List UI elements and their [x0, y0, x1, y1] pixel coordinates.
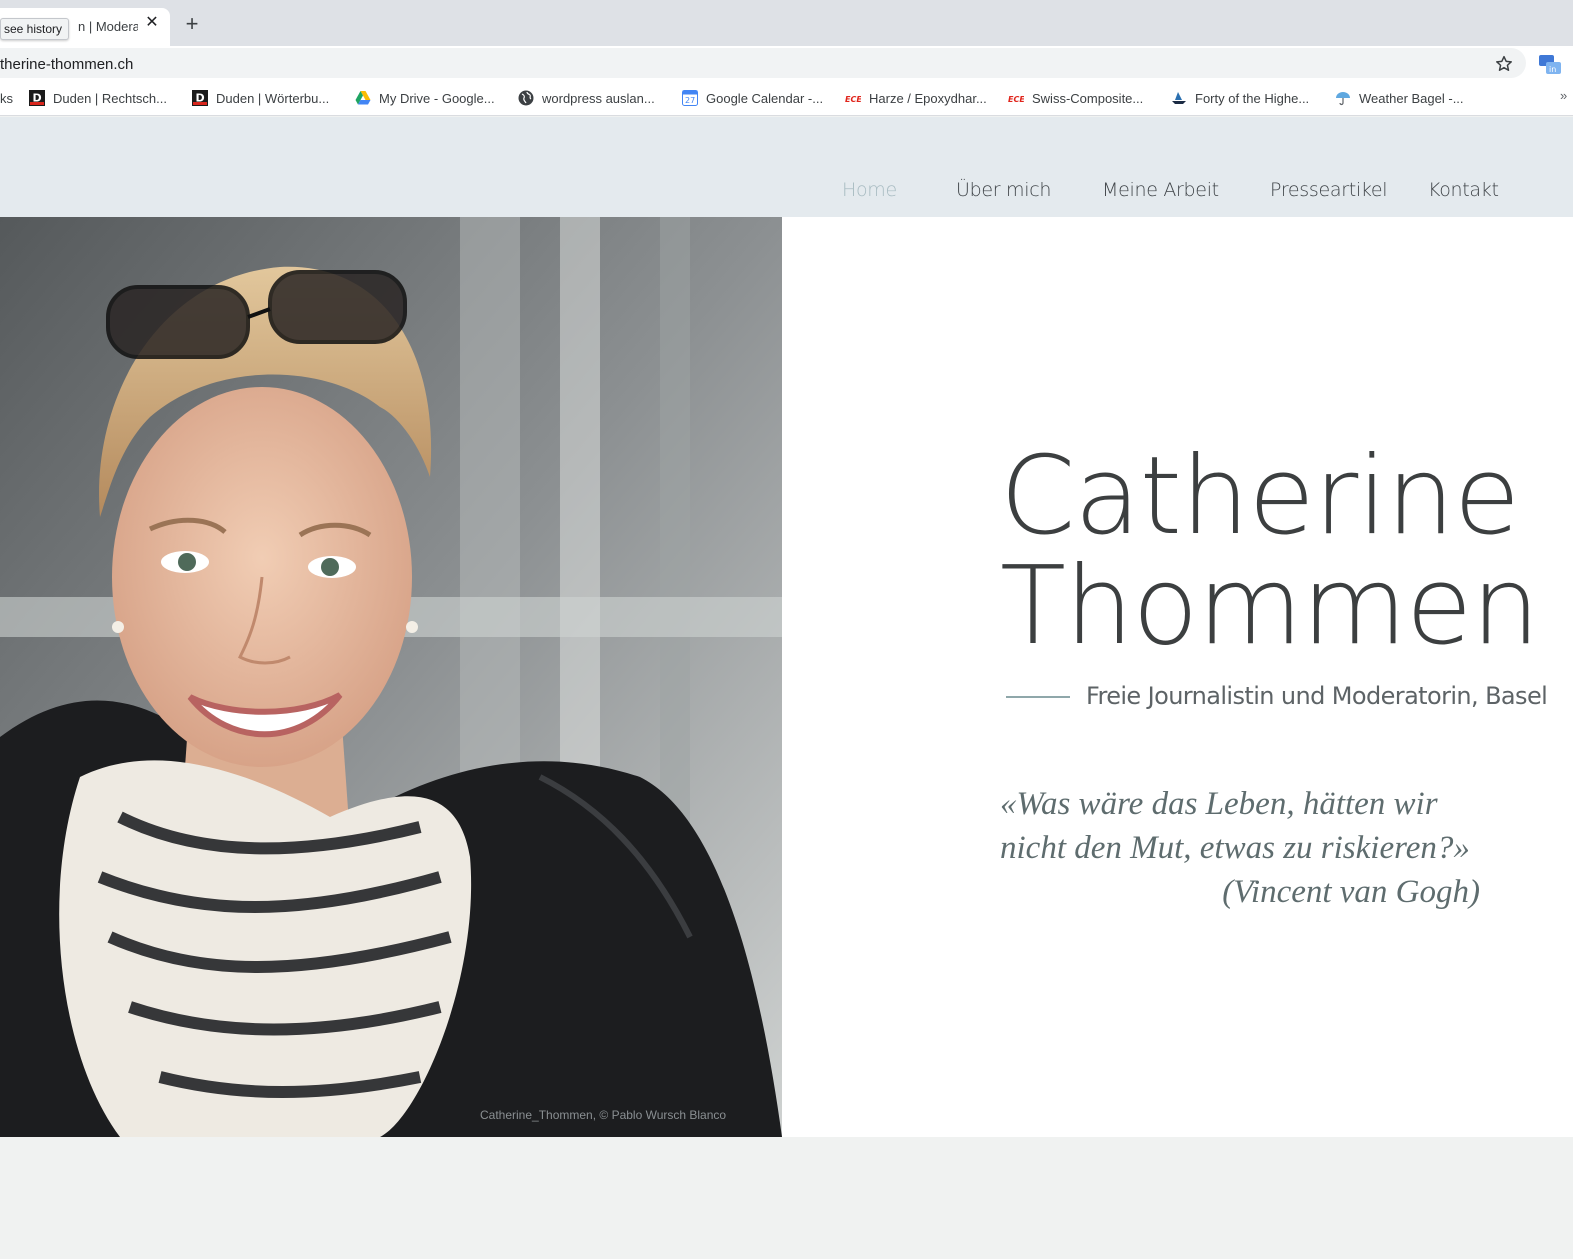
last-name: Thommen [1000, 544, 1540, 669]
page-title: Catherine Thommen [1000, 442, 1540, 662]
bookmark-label: ks [0, 90, 13, 106]
svg-text:ECE: ECE [845, 95, 861, 104]
bookmarks-bar: ks D Duden | Rechtsch... D Duden | Wörte… [0, 80, 1573, 116]
nav-presseartikel[interactable]: Presseartikel [1270, 179, 1388, 201]
bookmark-label: Google Calendar -... [706, 90, 824, 106]
google-drive-icon [355, 91, 371, 105]
bookmark-item[interactable]: D Duden | Rechtsch... [29, 89, 167, 107]
globe-icon [518, 90, 534, 106]
bookmark-item[interactable]: Weather Bagel -... [1335, 89, 1464, 107]
bookmark-star-icon[interactable] [1494, 54, 1514, 74]
subtitle: Freie Journalistin und Moderatorin, Base… [1086, 682, 1548, 710]
bookmark-label: wordpress auslan... [542, 90, 655, 106]
bookmark-label: Weather Bagel -... [1359, 90, 1464, 106]
svg-text:D: D [196, 92, 205, 105]
nav-kontakt[interactable]: Kontakt [1428, 179, 1499, 201]
close-icon[interactable]: ✕ [144, 15, 160, 31]
bookmark-label: My Drive - Google... [379, 90, 495, 106]
bookmark-label: Forty of the Highe... [1195, 90, 1310, 106]
bookmark-item[interactable]: Forty of the Highe... [1171, 89, 1309, 107]
bookmark-item[interactable]: 27 Google Calendar -... [682, 89, 823, 107]
bookmark-item[interactable]: wordpress auslan... [518, 89, 655, 107]
bookmark-item[interactable]: ECE Harze / Epoxydhar... [845, 89, 987, 107]
bookmark-item[interactable]: ks [0, 89, 13, 107]
bookmarks-overflow-button[interactable]: » [1560, 88, 1567, 103]
google-calendar-icon: 27 [682, 90, 698, 106]
address-bar[interactable]: therine-thommen.ch [0, 48, 1526, 78]
new-tab-button[interactable]: + [180, 12, 204, 36]
quote-line: «Was wäre das Leben, hätten wir [1000, 786, 1438, 822]
tab-title: n | Moderat [78, 19, 138, 34]
portrait-photo: Catherine_Thommen, © Pablo Wursch Blanco [0, 217, 782, 1137]
website: Home Über mich Meine Arbeit Presseartike… [0, 117, 1573, 1259]
quote-line: nicht den Mut, etwas zu riskieren?» [1000, 830, 1470, 866]
svg-text:D: D [33, 92, 42, 105]
ece-icon: ECE [845, 95, 861, 104]
umbrella-icon [1336, 92, 1350, 106]
nav-meine-arbeit[interactable]: Meine Arbeit [1102, 179, 1219, 201]
svg-text:in: in [1549, 65, 1556, 74]
bookmark-label: Duden | Wörterbu... [216, 90, 330, 106]
hero-text-panel: Catherine Thommen Freie Journalistin und… [782, 217, 1573, 1137]
tab-tooltip: see history [0, 18, 70, 40]
extension-icon[interactable]: in [1538, 54, 1562, 76]
nav-home[interactable]: Home [842, 179, 897, 201]
svg-text:27: 27 [685, 96, 695, 105]
subtitle-divider [1006, 696, 1070, 698]
ece-icon: ECE [1008, 95, 1024, 104]
bookmark-label: Harze / Epoxydhar... [869, 90, 987, 106]
quote: «Was wäre das Leben, hätten wir nicht de… [1000, 782, 1480, 914]
first-name: Catherine [1000, 434, 1520, 559]
site-header: Home Über mich Meine Arbeit Presseartike… [0, 117, 1573, 217]
bookmark-item[interactable]: My Drive - Google... [355, 89, 495, 107]
ship-icon [1172, 92, 1186, 104]
bookmark-item[interactable]: ECE Swiss-Composite... [1008, 89, 1143, 107]
tab-strip: n | Moderat ✕ see history + [0, 0, 1573, 46]
bookmark-label: Swiss-Composite... [1032, 90, 1144, 106]
nav-ueber-mich[interactable]: Über mich [956, 179, 1051, 201]
photo-credit: Catherine_Thommen, © Pablo Wursch Blanco [480, 1108, 727, 1122]
svg-text:ECE: ECE [1008, 95, 1024, 104]
bookmark-label: Duden | Rechtsch... [53, 90, 167, 106]
url-text: therine-thommen.ch [0, 56, 134, 73]
quote-author: (Vincent van Gogh) [1222, 874, 1480, 910]
duden-icon: D [192, 90, 208, 106]
portrait-illustration [0, 217, 782, 1137]
duden-icon: D [29, 90, 45, 106]
bookmark-item[interactable]: D Duden | Wörterbu... [192, 89, 329, 107]
browser-toolbar: therine-thommen.ch in [0, 46, 1573, 80]
